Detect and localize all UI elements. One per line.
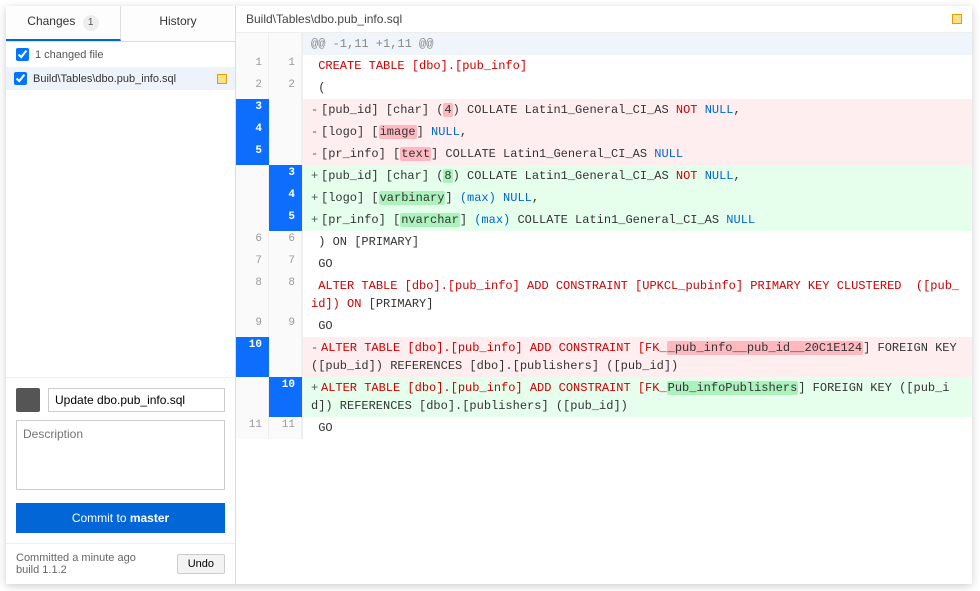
diff-view[interactable]: @@ -1,11 +1,11 @@ 11 CREATE TABLE [dbo].…: [236, 33, 972, 584]
diff-line-add: 4 +[logo] [varbinary] (max) NULL,: [236, 187, 972, 209]
diff-line-del: 4 -[logo] [image] NULL,: [236, 121, 972, 143]
filepath-bar: Build\Tables\dbo.pub_info.sql: [236, 6, 972, 33]
diff-line-del: 5 -[pr_info] [text] COLLATE Latin1_Gener…: [236, 143, 972, 165]
commit-status-line1: Committed a minute ago: [16, 552, 136, 564]
commit-button-prefix: Commit to: [72, 511, 130, 525]
commit-description-input[interactable]: [16, 420, 225, 490]
app-window: Changes 1 History 1 changed file Build\T…: [6, 6, 972, 584]
file-item[interactable]: Build\Tables\dbo.pub_info.sql: [6, 67, 235, 90]
select-all-checkbox[interactable]: [16, 48, 29, 61]
tab-history-label: History: [159, 14, 196, 28]
diff-line: 99 GO: [236, 315, 972, 337]
main-panel: Build\Tables\dbo.pub_info.sql @@ -1,11 +…: [236, 6, 972, 584]
diff-line: 11 CREATE TABLE [dbo].[pub_info]: [236, 55, 972, 77]
commit-status-line2: build 1.1.2: [16, 564, 136, 576]
tab-changes-count: 1: [83, 15, 99, 31]
sidebar-spacer: [6, 90, 235, 377]
avatar: [16, 388, 40, 412]
changed-files-header: 1 changed file: [6, 42, 235, 67]
commit-subject-row: [16, 388, 225, 412]
diff-line-add: 3 +[pub_id] [char] (8) COLLATE Latin1_Ge…: [236, 165, 972, 187]
diff-line: 66 ) ON [PRIMARY]: [236, 231, 972, 253]
tab-changes[interactable]: Changes 1: [6, 6, 121, 41]
commit-panel: Commit to master: [6, 377, 235, 543]
sidebar-tabs: Changes 1 History: [6, 6, 235, 42]
diff-line: 1111 GO: [236, 417, 972, 439]
diff-hunk-row: @@ -1,11 +1,11 @@: [236, 33, 972, 55]
diff-hunk: @@ -1,11 +1,11 @@: [302, 33, 972, 55]
file-name: Build\Tables\dbo.pub_info.sql: [33, 73, 213, 85]
diff-line-add: 10 +ALTER TABLE [dbo].[pub_info] ADD CON…: [236, 377, 972, 417]
commit-button-branch: master: [130, 511, 169, 525]
tab-history[interactable]: History: [121, 6, 235, 41]
file-status-modified-icon: [952, 14, 962, 24]
changed-files-count: 1 changed file: [35, 49, 104, 61]
file-checkbox[interactable]: [14, 72, 27, 85]
diff-line: 77 GO: [236, 253, 972, 275]
file-status-modified-icon: [217, 74, 227, 84]
commit-status: Committed a minute ago build 1.1.2: [16, 552, 136, 576]
file-list: Build\Tables\dbo.pub_info.sql: [6, 67, 235, 90]
tab-changes-label: Changes: [27, 14, 75, 28]
diff-line: 22 (: [236, 77, 972, 99]
commit-button[interactable]: Commit to master: [16, 503, 225, 533]
filepath-text: Build\Tables\dbo.pub_info.sql: [246, 12, 948, 26]
diff-line: 88 ALTER TABLE [dbo].[pub_info] ADD CONS…: [236, 275, 972, 315]
commit-footer: Committed a minute ago build 1.1.2 Undo: [6, 543, 235, 584]
sidebar: Changes 1 History 1 changed file Build\T…: [6, 6, 236, 584]
diff-line-del: 3 -[pub_id] [char] (4) COLLATE Latin1_Ge…: [236, 99, 972, 121]
undo-button[interactable]: Undo: [177, 554, 225, 574]
commit-subject-input[interactable]: [48, 388, 225, 412]
diff-line-add: 5 +[pr_info] [nvarchar] (max) COLLATE La…: [236, 209, 972, 231]
diff-line-del: 10 -ALTER TABLE [dbo].[pub_info] ADD CON…: [236, 337, 972, 377]
